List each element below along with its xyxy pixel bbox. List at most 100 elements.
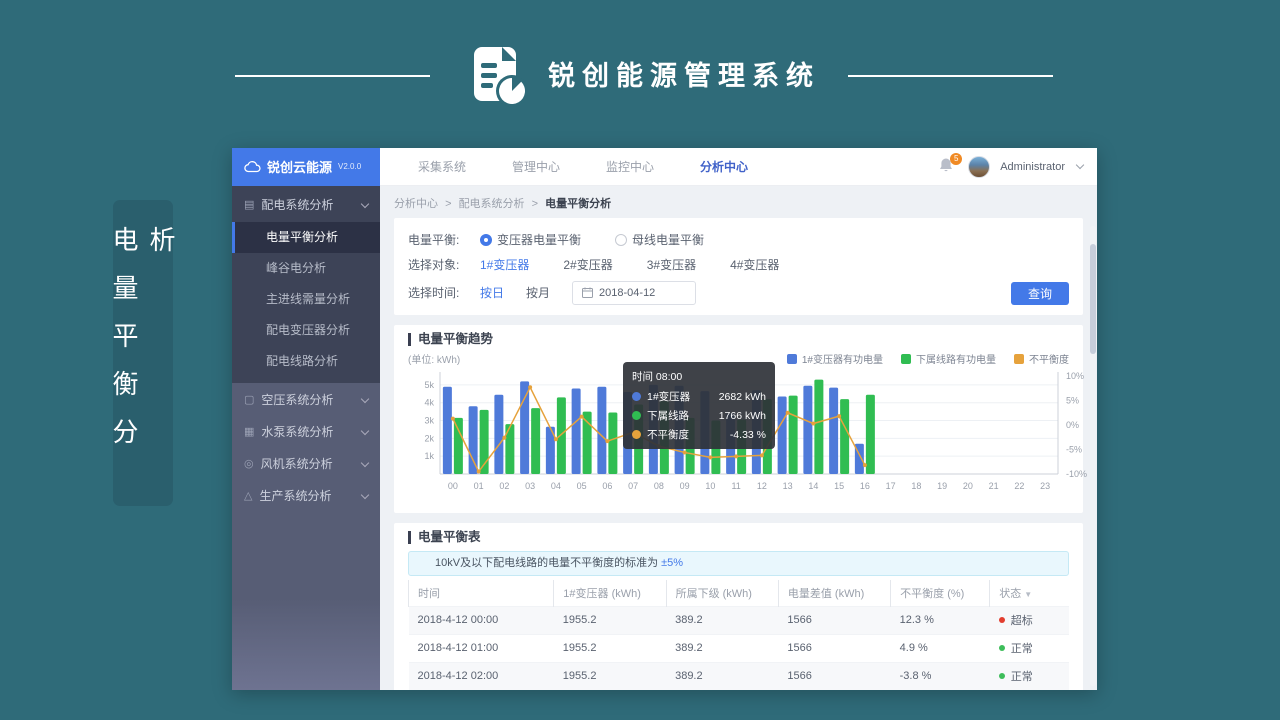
notifications-button[interactable]: 5 bbox=[938, 157, 958, 177]
col-status: 状态 ▼ bbox=[990, 580, 1069, 606]
svg-text:08: 08 bbox=[654, 481, 664, 491]
transformer-option[interactable]: 1#变压器 bbox=[480, 256, 529, 273]
chevron-down-icon bbox=[361, 491, 369, 499]
balance-radio-group: 变压器电量平衡 母线电量平衡 bbox=[480, 231, 738, 248]
status-badge: 正常 bbox=[1011, 640, 1033, 656]
cell-difference: 1566 bbox=[778, 606, 890, 634]
top-navigation: 采集系统 管理中心 监控中心 分析中心 bbox=[418, 158, 938, 175]
time-mode-options: 按日 按月 bbox=[480, 284, 572, 301]
cell-unbalance: 12.3 % bbox=[891, 606, 990, 634]
svg-text:4k: 4k bbox=[424, 398, 434, 408]
table-row[interactable]: 2018-4-12 01:00 1955.2 389.2 1566 4.9 % … bbox=[409, 634, 1070, 662]
legend-item[interactable]: 下属线路有功电量 bbox=[901, 351, 996, 366]
tooltip-row: 下属线路 1766 kWh bbox=[632, 408, 766, 423]
cell-subordinate: 389.2 bbox=[666, 606, 778, 634]
object-label: 选择对象: bbox=[408, 256, 480, 273]
transformer-option[interactable]: 3#变压器 bbox=[647, 256, 696, 273]
sidebar-group[interactable]: ▦ 水泵系统分析 bbox=[232, 415, 380, 447]
chart-title: 电量平衡趋势 bbox=[408, 333, 1069, 346]
balance-radio-option[interactable]: 变压器电量平衡 bbox=[480, 231, 581, 248]
sidebar-group[interactable]: ◎ 风机系统分析 bbox=[232, 447, 380, 479]
chevron-down-icon bbox=[361, 200, 369, 208]
sidebar-group[interactable]: ▢ 空压系统分析 bbox=[232, 383, 380, 415]
topnav-item[interactable]: 监控中心 bbox=[606, 158, 654, 175]
cell-time: 2018-4-12 00:00 bbox=[409, 606, 554, 634]
query-button[interactable]: 查询 bbox=[1011, 282, 1069, 305]
balance-radio-option[interactable]: 母线电量平衡 bbox=[615, 231, 704, 248]
calendar-icon bbox=[582, 287, 593, 298]
legend-item[interactable]: 1#变压器有功电量 bbox=[787, 351, 883, 366]
sidebar-subitem[interactable]: 配电变压器分析 bbox=[232, 315, 380, 346]
sidebar-group-label: 空压系统分析 bbox=[261, 391, 333, 408]
svg-text:-10%: -10% bbox=[1066, 469, 1087, 479]
notice-highlight: ±5% bbox=[661, 557, 683, 569]
tooltip-rows: 1#变压器 2682 kWh 下属线路 1766 kWh bbox=[632, 389, 766, 442]
table-row[interactable]: 2018-4-12 00:00 1955.2 389.2 1566 12.3 %… bbox=[409, 606, 1070, 634]
chart-area[interactable]: 1k2k3k4k5k10%5%0%-5%-10%0001020304050607… bbox=[408, 368, 1069, 511]
cell-difference: 1566 bbox=[778, 662, 890, 690]
svg-text:3k: 3k bbox=[424, 416, 434, 426]
svg-text:22: 22 bbox=[1014, 481, 1024, 491]
slide-header: 锐创能源管理系统 bbox=[0, 40, 1280, 110]
scrollbar-track[interactable] bbox=[1090, 226, 1096, 686]
sort-caret-icon[interactable]: ▼ bbox=[1024, 590, 1032, 599]
chevron-down-icon bbox=[361, 459, 369, 467]
topnav-item[interactable]: 采集系统 bbox=[418, 158, 466, 175]
sidebar-group-label: 生产系统分析 bbox=[259, 487, 331, 504]
sidebar-group-peidian: ▤ 配电系统分析 电量平衡分析 峰谷电分析 主进线需量分析 配电变压器分析 bbox=[232, 186, 380, 383]
breadcrumb: 分析中心 > 配电系统分析 > 电量平衡分析 bbox=[394, 195, 1083, 211]
status-dot bbox=[999, 645, 1005, 651]
main-content: 分析中心 > 配电系统分析 > 电量平衡分析 电量平衡: 变压器电量平衡 bbox=[380, 186, 1097, 690]
col-time: 时间 bbox=[409, 580, 554, 606]
date-picker-input[interactable]: 2018-04-12 bbox=[572, 281, 696, 305]
slide-side-label: 电量平衡分析 bbox=[113, 200, 173, 506]
svg-text:03: 03 bbox=[525, 481, 535, 491]
scrollbar-thumb[interactable] bbox=[1090, 244, 1096, 354]
topnav-item[interactable]: 分析中心 bbox=[700, 158, 748, 175]
col-difference: 电量差值 (kWh) bbox=[778, 580, 890, 606]
table-row[interactable]: 2018-4-12 02:00 1955.2 389.2 1566 -3.8 %… bbox=[409, 662, 1070, 690]
chart-legend: 1#变压器有功电量 下属线路有功电量 不平衡度 bbox=[787, 351, 1069, 366]
sidebar-group-header-peidian[interactable]: ▤ 配电系统分析 bbox=[232, 186, 380, 222]
transformer-option[interactable]: 4#变压器 bbox=[730, 256, 779, 273]
sidebar-group[interactable]: △ 生产系统分析 bbox=[232, 479, 380, 511]
username: Administrator bbox=[1000, 161, 1065, 173]
filter-card: 电量平衡: 变压器电量平衡 母线电量平衡 bbox=[394, 218, 1083, 315]
sidebar-subitem[interactable]: 主进线需量分析 bbox=[232, 284, 380, 315]
filter-row-object: 选择对象: 1#变压器 2#变压器 3#变压器 4#变压器 bbox=[408, 252, 1069, 277]
breadcrumb-item[interactable]: 配电系统分析 bbox=[459, 198, 525, 210]
avatar[interactable] bbox=[968, 156, 990, 178]
svg-text:-5%: -5% bbox=[1066, 445, 1082, 455]
sidebar-group-label: 风机系统分析 bbox=[261, 455, 333, 472]
svg-text:17: 17 bbox=[886, 481, 896, 491]
notification-badge: 5 bbox=[950, 153, 962, 165]
svg-text:06: 06 bbox=[602, 481, 612, 491]
svg-text:07: 07 bbox=[628, 481, 638, 491]
sidebar-subitem[interactable]: 峰谷电分析 bbox=[232, 253, 380, 284]
cell-status: 正常 bbox=[990, 634, 1069, 662]
time-mode-option[interactable]: 按日 bbox=[480, 284, 504, 301]
sidebar-subitem[interactable]: 配电线路分析 bbox=[232, 346, 380, 377]
date-value: 2018-04-12 bbox=[599, 287, 655, 299]
topnav-item[interactable]: 管理中心 bbox=[512, 158, 560, 175]
legend-item[interactable]: 不平衡度 bbox=[1014, 351, 1069, 366]
sidebar-group-icon: △ bbox=[244, 489, 252, 502]
user-menu-caret-icon[interactable] bbox=[1076, 161, 1084, 169]
svg-text:18: 18 bbox=[911, 481, 921, 491]
transformer-option[interactable]: 2#变压器 bbox=[563, 256, 612, 273]
svg-text:11: 11 bbox=[731, 481, 740, 491]
tooltip-row: 不平衡度 -4.33 % bbox=[632, 427, 766, 442]
svg-text:12: 12 bbox=[757, 481, 767, 491]
sidebar-subitem[interactable]: 电量平衡分析 bbox=[232, 222, 380, 253]
tooltip-time: 时间 08:00 bbox=[632, 369, 766, 384]
balance-label: 电量平衡: bbox=[408, 231, 480, 248]
time-mode-option[interactable]: 按月 bbox=[526, 284, 550, 301]
breadcrumb-item[interactable]: 分析中心 bbox=[394, 198, 438, 210]
tooltip-series-label: 下属线路 bbox=[647, 408, 689, 423]
cell-time: 2018-4-12 01:00 bbox=[409, 634, 554, 662]
radio-icon bbox=[480, 234, 492, 246]
chevron-down-icon bbox=[361, 395, 369, 403]
app-logo[interactable]: 锐创云能源 V2.0.0 bbox=[232, 148, 380, 186]
svg-text:21: 21 bbox=[989, 481, 999, 491]
svg-text:15: 15 bbox=[834, 481, 844, 491]
